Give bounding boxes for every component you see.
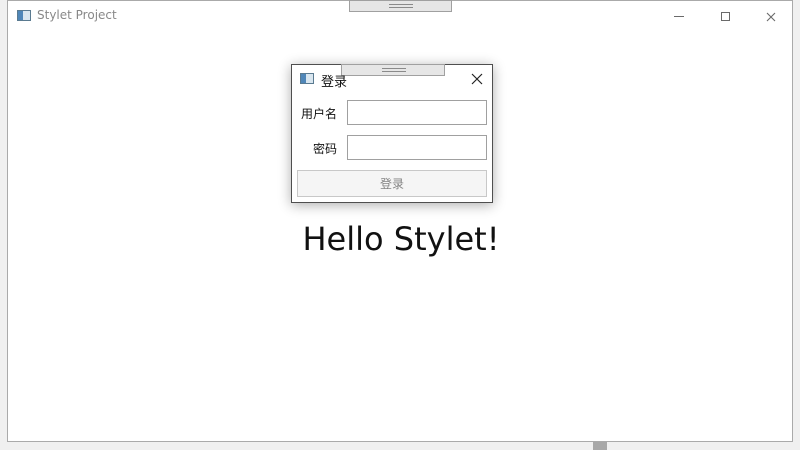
dialog-close-button[interactable] xyxy=(468,70,486,88)
username-label: 用户名 xyxy=(300,107,337,121)
username-input[interactable] xyxy=(347,100,487,125)
maximize-button[interactable] xyxy=(702,1,748,32)
drag-grip-icon xyxy=(389,4,413,8)
hello-text: Hello Stylet! xyxy=(302,220,500,258)
bottom-marker xyxy=(593,442,607,450)
close-icon xyxy=(766,12,776,22)
dialog-drag-handle[interactable] xyxy=(341,64,445,76)
login-dialog: 登录 用户名 密码 登录 xyxy=(291,64,493,203)
drag-grip-icon xyxy=(382,68,406,72)
window-title: Stylet Project xyxy=(37,8,117,22)
dialog-window-icon xyxy=(300,73,314,84)
close-button[interactable] xyxy=(748,1,794,32)
minimize-icon xyxy=(674,16,684,17)
app-window-icon xyxy=(17,10,31,21)
minimize-button[interactable] xyxy=(656,1,702,32)
password-label: 密码 xyxy=(312,142,337,156)
close-icon xyxy=(471,73,483,85)
password-input[interactable] xyxy=(347,135,487,160)
maximize-icon xyxy=(720,12,730,21)
window-drag-handle[interactable] xyxy=(349,0,452,12)
dialog-title: 登录 xyxy=(321,75,348,90)
login-button[interactable]: 登录 xyxy=(297,170,487,197)
